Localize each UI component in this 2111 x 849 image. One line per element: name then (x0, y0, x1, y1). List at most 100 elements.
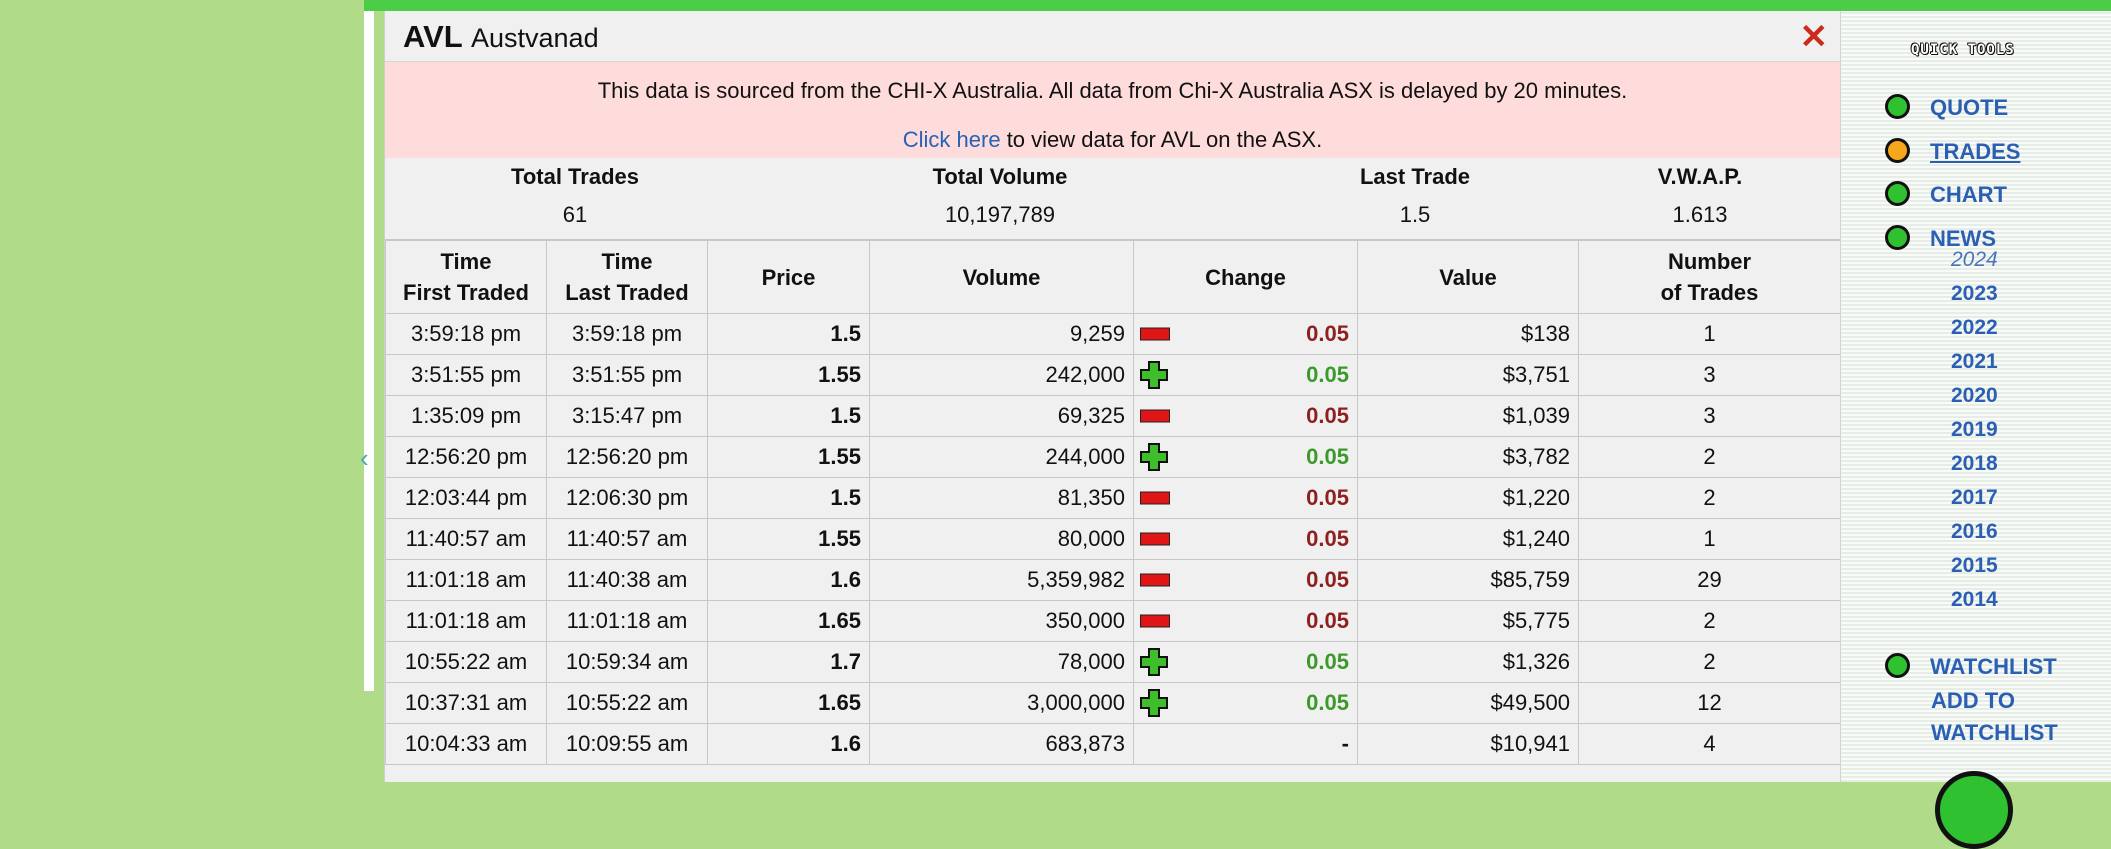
last-trade-label: Last Trade (1359, 164, 1471, 189)
news-year-2017[interactable]: 2017 (1951, 481, 1998, 515)
cell-number-of-trades: 2 (1578, 436, 1841, 478)
notice-link-suffix: to view data for AVL on the ASX. (1000, 127, 1323, 152)
add-to-watchlist-link[interactable]: ADD TO WATCHLIST (1931, 685, 2058, 749)
change-value: 0.05 (1306, 485, 1349, 510)
add-to-line1: ADD TO (1931, 688, 2015, 713)
news-year-2023[interactable]: 2023 (1951, 277, 1998, 311)
summary-vwap: V.W.A.P. 1.613 (1560, 158, 1840, 228)
col-header-price[interactable]: Price (707, 240, 870, 314)
news-year-2014[interactable]: 2014 (1951, 583, 1998, 617)
asx-data-link[interactable]: Click here (903, 127, 1001, 152)
chart-link[interactable]: CHART (1930, 179, 2007, 210)
cell-volume: 3,000,000 (869, 682, 1134, 724)
cell-last-traded: 11:40:57 am (546, 518, 708, 560)
change-value: 0.05 (1306, 649, 1349, 674)
cell-last-traded: 12:56:20 pm (546, 436, 708, 478)
cell-first-traded: 10:37:31 am (385, 682, 547, 724)
table-row: 12:03:44 pm 12:06:30 pm 1.5 81,350 0.05 $1,22… (385, 477, 1841, 519)
change-value: - (1341, 731, 1349, 756)
col-header-change[interactable]: Change (1133, 240, 1358, 314)
cell-first-traded: 12:03:44 pm (385, 477, 547, 519)
top-strip (364, 0, 2111, 11)
news-year-2016[interactable]: 2016 (1951, 515, 1998, 549)
cell-value: $3,782 (1357, 436, 1579, 478)
cell-value: $49,500 (1357, 682, 1579, 724)
minus-icon (1140, 573, 1170, 587)
news-year-2020[interactable]: 2020 (1951, 379, 1998, 413)
cell-number-of-trades: 3 (1578, 354, 1841, 396)
stock-code: AVL (403, 19, 463, 54)
news-year-2024[interactable]: 2024 (1951, 243, 1998, 277)
cell-volume: 683,873 (869, 723, 1134, 765)
cell-number-of-trades: 12 (1578, 682, 1841, 724)
news-year-2019[interactable]: 2019 (1951, 413, 1998, 447)
minus-icon (1140, 491, 1170, 505)
cell-first-traded: 11:01:18 am (385, 600, 547, 642)
close-icon[interactable]: ✕ (1800, 17, 1829, 57)
cell-number-of-trades: 29 (1578, 559, 1841, 601)
table-row: 1:35:09 pm 3:15:47 pm 1.5 69,325 0.05 $1,039 3 (385, 395, 1841, 437)
cell-value: $85,759 (1357, 559, 1579, 601)
trades-panel: AVL Austvanad ✕ This data is sourced fro… (384, 11, 1841, 782)
col-header-volume[interactable]: Volume (869, 240, 1134, 314)
green-dot-icon (1885, 181, 1910, 206)
cell-volume: 78,000 (869, 641, 1134, 683)
cell-volume: 9,259 (869, 313, 1134, 355)
news-year-2022[interactable]: 2022 (1951, 311, 1998, 345)
change-value: 0.05 (1306, 567, 1349, 592)
quick-tools-sidebar: QUICK TOOLS QUOTE TRADES CHART NEWS 2024… (1840, 11, 2111, 849)
minus-icon (1140, 532, 1170, 546)
news-year-2018[interactable]: 2018 (1951, 447, 1998, 481)
cell-number-of-trades: 4 (1578, 723, 1841, 765)
col-header-last-traded[interactable]: Time Last Traded (546, 240, 708, 314)
trades-table: Time First Traded Time Last Traded Price V… (385, 240, 1841, 765)
change-value: 0.05 (1306, 403, 1349, 428)
cell-price: 1.5 (707, 313, 870, 355)
cell-first-traded: 3:59:18 pm (385, 313, 547, 355)
news-year-2021[interactable]: 2021 (1951, 345, 1998, 379)
cell-change: 0.05 (1133, 518, 1358, 560)
cell-volume: 350,000 (869, 600, 1134, 642)
cell-last-traded: 3:59:18 pm (546, 313, 708, 355)
plus-icon (1140, 443, 1168, 471)
plus-icon (1140, 689, 1168, 717)
cell-change: 0.05 (1133, 313, 1358, 355)
cell-last-traded: 11:40:38 am (546, 559, 708, 601)
green-circle-icon[interactable] (1935, 771, 2013, 849)
cell-value: $1,039 (1357, 395, 1579, 437)
cell-value: $1,240 (1357, 518, 1579, 560)
cell-price: 1.6 (707, 559, 870, 601)
green-dot-icon (1885, 653, 1910, 678)
change-value: 0.05 (1306, 362, 1349, 387)
table-row: 11:01:18 am 11:01:18 am 1.65 350,000 0.05 $5,… (385, 600, 1841, 642)
quote-link[interactable]: QUOTE (1930, 92, 2008, 123)
col-header-value[interactable]: Value (1357, 240, 1579, 314)
summary-total-trades: Total Trades 61 (385, 158, 765, 228)
cell-value: $1,326 (1357, 641, 1579, 683)
minus-icon (1140, 614, 1170, 628)
cell-change: 0.05 (1133, 395, 1358, 437)
table-row: 3:59:18 pm 3:59:18 pm 1.5 9,259 0.05 $138 1 (385, 313, 1841, 355)
cell-value: $1,220 (1357, 477, 1579, 519)
cell-value: $5,775 (1357, 600, 1579, 642)
cell-volume: 242,000 (869, 354, 1134, 396)
cell-number-of-trades: 2 (1578, 641, 1841, 683)
news-year-2015[interactable]: 2015 (1951, 549, 1998, 583)
table-row: 10:04:33 am 10:09:55 am 1.6 683,873 - $10,941… (385, 723, 1841, 765)
cell-first-traded: 11:01:18 am (385, 559, 547, 601)
cell-volume: 5,359,982 (869, 559, 1134, 601)
chevron-left-icon[interactable]: ‹ (360, 443, 369, 474)
panel-title-bar: AVL Austvanad ✕ (385, 11, 1840, 62)
cell-number-of-trades: 3 (1578, 395, 1841, 437)
cell-first-traded: 10:04:33 am (385, 723, 547, 765)
col-header-first-traded[interactable]: Time First Traded (385, 240, 547, 314)
cell-number-of-trades: 1 (1578, 518, 1841, 560)
trades-link[interactable]: TRADES (1930, 136, 2020, 167)
cell-price: 1.55 (707, 436, 870, 478)
cell-change: 0.05 (1133, 354, 1358, 396)
col-header-trades[interactable]: Number of Trades (1578, 240, 1841, 314)
total-trades-label: Total Trades (511, 164, 639, 189)
trade-rows: 3:59:18 pm 3:59:18 pm 1.5 9,259 0.05 $138 1 3:5… (385, 313, 1841, 765)
notice-link-line: Click here to view data for AVL on the A… (385, 104, 1840, 153)
watchlist-link[interactable]: WATCHLIST (1930, 651, 2057, 682)
